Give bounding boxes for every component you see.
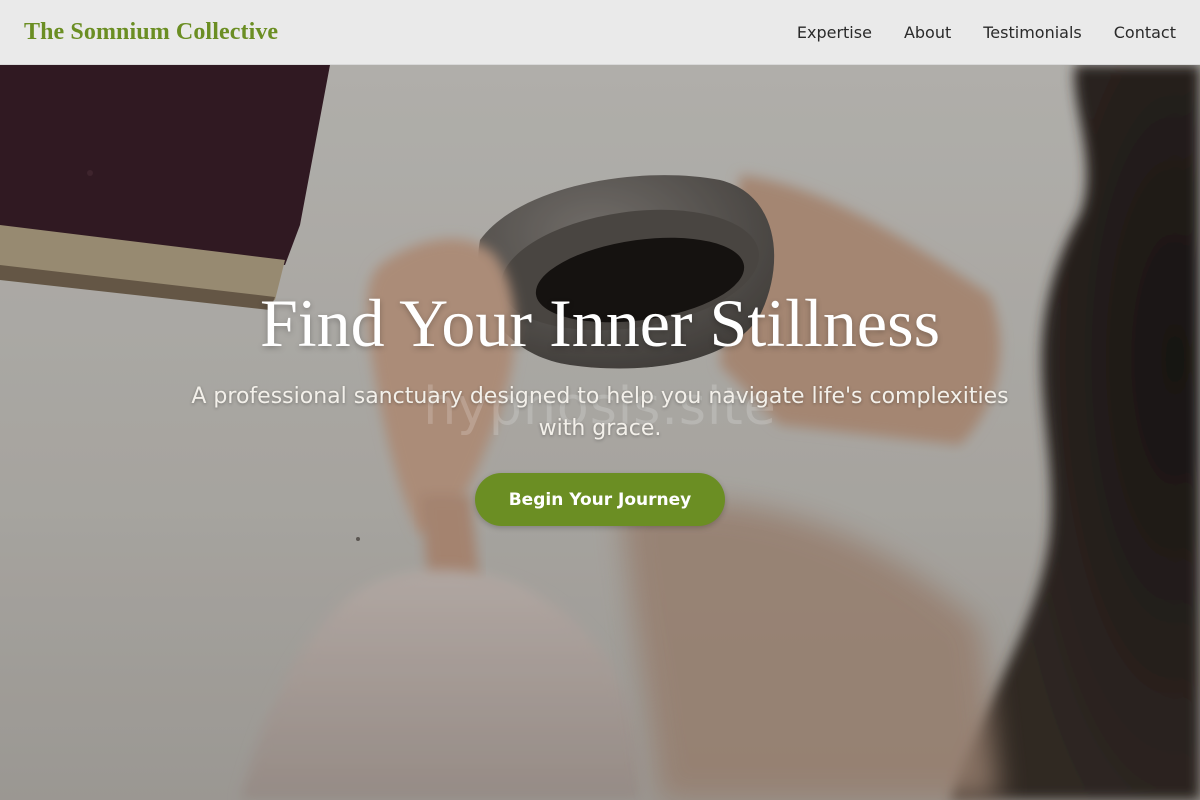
hero-subtitle: A professional sanctuary designed to hel… — [191, 384, 1009, 441]
brand-logo-text[interactable]: The Somnium Collective — [24, 19, 278, 46]
begin-journey-button[interactable]: Begin Your Journey — [475, 473, 725, 526]
site-header: The Somnium Collective Expertise About T… — [0, 0, 1200, 65]
hero-content: Find Your Inner Stillness A professional… — [0, 65, 1200, 800]
hero-section: hypnosis.site Find Your Inner Stillness … — [0, 65, 1200, 800]
hero-title: Find Your Inner Stillness — [259, 285, 941, 361]
nav-link-expertise[interactable]: Expertise — [797, 23, 872, 42]
nav-link-contact[interactable]: Contact — [1114, 23, 1176, 42]
main-nav: Expertise About Testimonials Contact — [797, 23, 1176, 42]
nav-link-testimonials[interactable]: Testimonials — [983, 23, 1082, 42]
nav-link-about[interactable]: About — [904, 23, 951, 42]
